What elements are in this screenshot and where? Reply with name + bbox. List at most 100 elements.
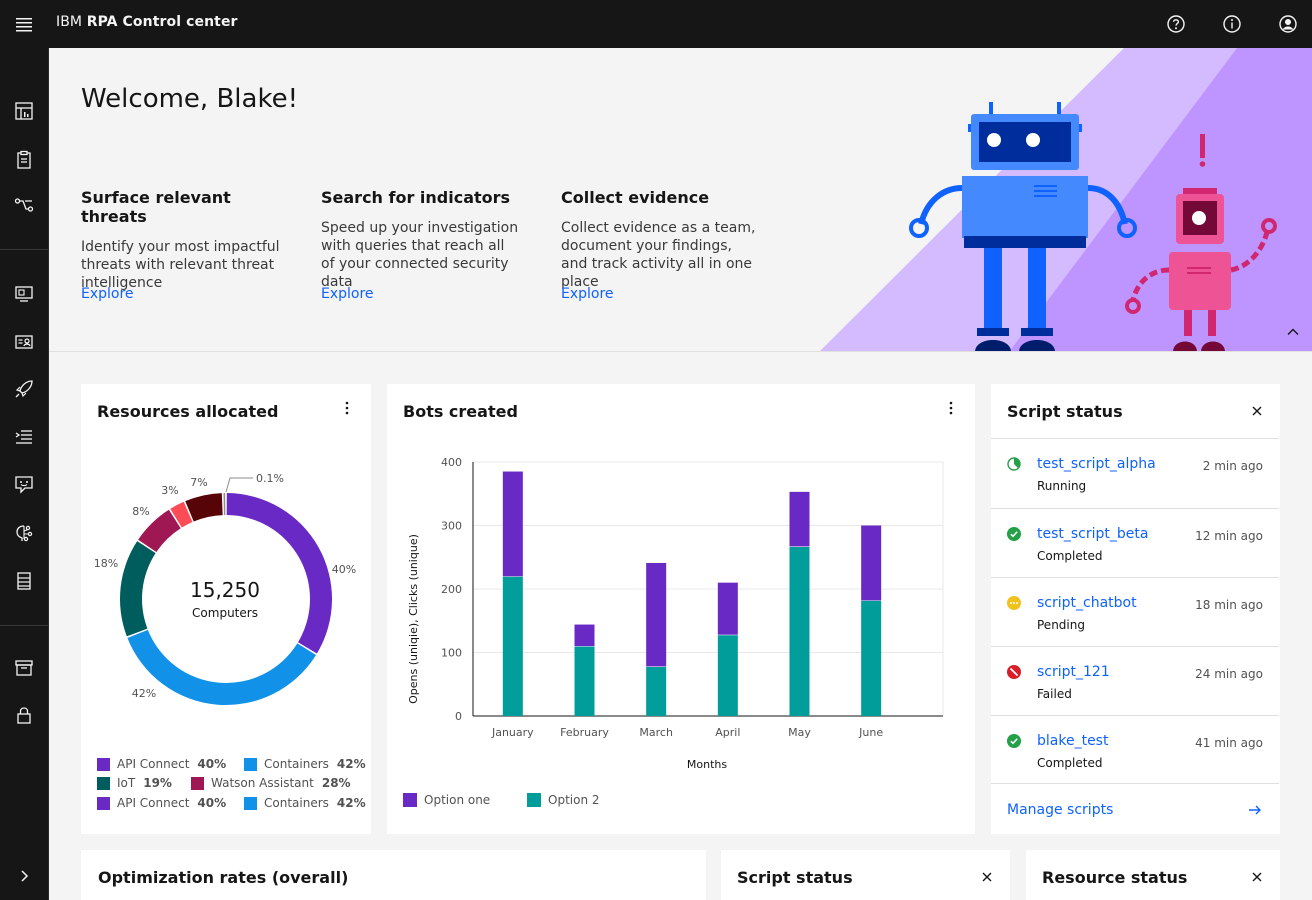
- bar-option-one[interactable]: [717, 582, 738, 635]
- completed-checkmark-icon: [1007, 527, 1021, 541]
- welcome-hero: Welcome, Blake! Surface relevant threats…: [49, 48, 1312, 352]
- robots-illustration: [820, 48, 1312, 351]
- donut-slice-gray[interactable]: [223, 493, 226, 516]
- card-title: Optimization rates (overall): [98, 868, 349, 887]
- monitor-icon[interactable]: [14, 284, 34, 304]
- bar-option-one[interactable]: [502, 471, 523, 577]
- bar-option-2[interactable]: [789, 546, 810, 716]
- y-axis-label: Opens (uniqie), Clicks (unique): [407, 534, 420, 704]
- overflow-menu-icon[interactable]: [943, 400, 959, 416]
- welcome-title: Welcome, Blake!: [81, 84, 299, 114]
- bar-option-one[interactable]: [789, 491, 810, 547]
- bar-option-2[interactable]: [717, 634, 738, 716]
- legend-item[interactable]: Watson Assistant 28%: [191, 776, 351, 790]
- expand-nav-chevron-icon[interactable]: [14, 866, 34, 886]
- chat-bot-icon[interactable]: [14, 474, 34, 494]
- close-icon[interactable]: [1250, 404, 1264, 418]
- bar-option-2[interactable]: [646, 666, 667, 716]
- y-tick-label: 200: [441, 583, 462, 596]
- machine-learning-icon[interactable]: [14, 523, 34, 543]
- hamburger-menu-icon[interactable]: [14, 14, 34, 34]
- brand-name: RPA Control center: [86, 14, 238, 30]
- flow-icon[interactable]: [14, 195, 34, 215]
- rocket-icon[interactable]: [14, 379, 34, 399]
- feature-body: Speed up your investigation with queries…: [321, 220, 519, 290]
- legend-swatch: [97, 796, 110, 810]
- script-name-link[interactable]: test_script_beta: [1037, 526, 1148, 542]
- legend-item[interactable]: API Connect 40%: [97, 757, 226, 771]
- lock-icon[interactable]: [14, 705, 34, 725]
- slice-label: 0.1%: [256, 472, 284, 485]
- bar-option-2[interactable]: [574, 646, 595, 716]
- legend-item[interactable]: Option one: [403, 793, 490, 807]
- donut-slice-api-connect[interactable]: [226, 493, 332, 654]
- script-row[interactable]: test_script_beta Completed 12 min ago: [991, 508, 1279, 577]
- script-name-link[interactable]: script_chatbot: [1037, 595, 1137, 611]
- script-time: 41 min ago: [1195, 736, 1263, 750]
- legend-item[interactable]: Option 2: [527, 793, 600, 807]
- label-leader-line: [225, 477, 253, 493]
- script-row[interactable]: script_chatbot Pending 18 min ago: [991, 577, 1279, 646]
- legend-item[interactable]: Containers 42%: [244, 757, 366, 771]
- script-row[interactable]: script_121 Failed 24 min ago: [991, 646, 1279, 715]
- nav-divider: [0, 625, 48, 626]
- overflow-menu-icon[interactable]: [339, 400, 355, 416]
- script-time: 18 min ago: [1195, 598, 1263, 612]
- dashboard-icon[interactable]: [14, 101, 34, 121]
- failed-status-icon: [1007, 665, 1021, 679]
- card-title: Script status: [1007, 402, 1123, 421]
- info-icon[interactable]: [1222, 14, 1242, 34]
- card-title: Script status: [737, 868, 853, 887]
- donut-slice-dark-red[interactable]: [185, 493, 223, 522]
- legend-swatch: [97, 776, 110, 790]
- legend-swatch: [244, 796, 257, 810]
- close-icon[interactable]: [1250, 870, 1264, 884]
- script-name-link[interactable]: test_script_alpha: [1037, 456, 1156, 472]
- explore-link[interactable]: Explore: [321, 286, 374, 302]
- script-row[interactable]: blake_test Completed 41 min ago: [991, 715, 1279, 784]
- clipboard-icon[interactable]: [14, 150, 34, 170]
- explore-link[interactable]: Explore: [81, 286, 134, 302]
- script-status-card-secondary: Script status: [721, 850, 1010, 900]
- feature-title: Collect evidence: [561, 188, 710, 207]
- archive-icon[interactable]: [14, 658, 34, 678]
- script-name-link[interactable]: script_121: [1037, 664, 1110, 680]
- bar-option-2[interactable]: [861, 600, 882, 716]
- resources-allocated-card: Resources allocated 15,250 Computers 40%…: [81, 384, 371, 834]
- bar-option-one[interactable]: [574, 624, 595, 647]
- script-name-link[interactable]: blake_test: [1037, 733, 1108, 749]
- legend-label: Option one: [424, 793, 491, 807]
- slice-label: 18%: [94, 557, 118, 570]
- data-table-icon[interactable]: [14, 571, 34, 591]
- legend-label: API Connect: [117, 757, 190, 771]
- pending-status-icon: [1007, 596, 1021, 610]
- top-header: IBM RPA Control center: [0, 0, 1312, 48]
- bar-option-2[interactable]: [502, 576, 523, 716]
- legend-label: Containers: [264, 757, 329, 771]
- legend-pct: 40%: [197, 757, 227, 771]
- feature-title: Search for indicators: [321, 188, 511, 207]
- id-card-icon[interactable]: [14, 332, 34, 352]
- help-icon[interactable]: [1166, 14, 1186, 34]
- script-row[interactable]: test_script_alpha Running 2 min ago: [991, 438, 1279, 507]
- close-icon[interactable]: [980, 870, 994, 884]
- legend-swatch: [97, 757, 110, 771]
- explore-link[interactable]: Explore: [561, 286, 614, 302]
- app-brand[interactable]: IBM RPA Control center: [56, 14, 238, 30]
- bar-option-one[interactable]: [861, 525, 882, 601]
- x-tick-label: June: [858, 726, 883, 739]
- list-indent-icon[interactable]: [14, 427, 34, 447]
- user-avatar-icon[interactable]: [1278, 14, 1298, 34]
- x-axis-label: Months: [687, 758, 727, 771]
- optimization-rates-card: Optimization rates (overall): [81, 850, 706, 900]
- script-state: Completed: [1037, 549, 1103, 563]
- legend-item[interactable]: IoT 19%: [97, 776, 172, 790]
- script-state: Failed: [1037, 687, 1072, 701]
- manage-scripts-link[interactable]: Manage scripts: [1007, 802, 1113, 818]
- collapse-chevron-up-icon[interactable]: [1286, 325, 1300, 339]
- donut-slice-iot[interactable]: [119, 541, 156, 637]
- legend-item[interactable]: Containers 42%: [244, 796, 366, 810]
- arrow-right-icon[interactable]: [1248, 803, 1262, 817]
- legend-item[interactable]: API Connect 40%: [97, 796, 226, 810]
- bar-option-one[interactable]: [646, 562, 667, 667]
